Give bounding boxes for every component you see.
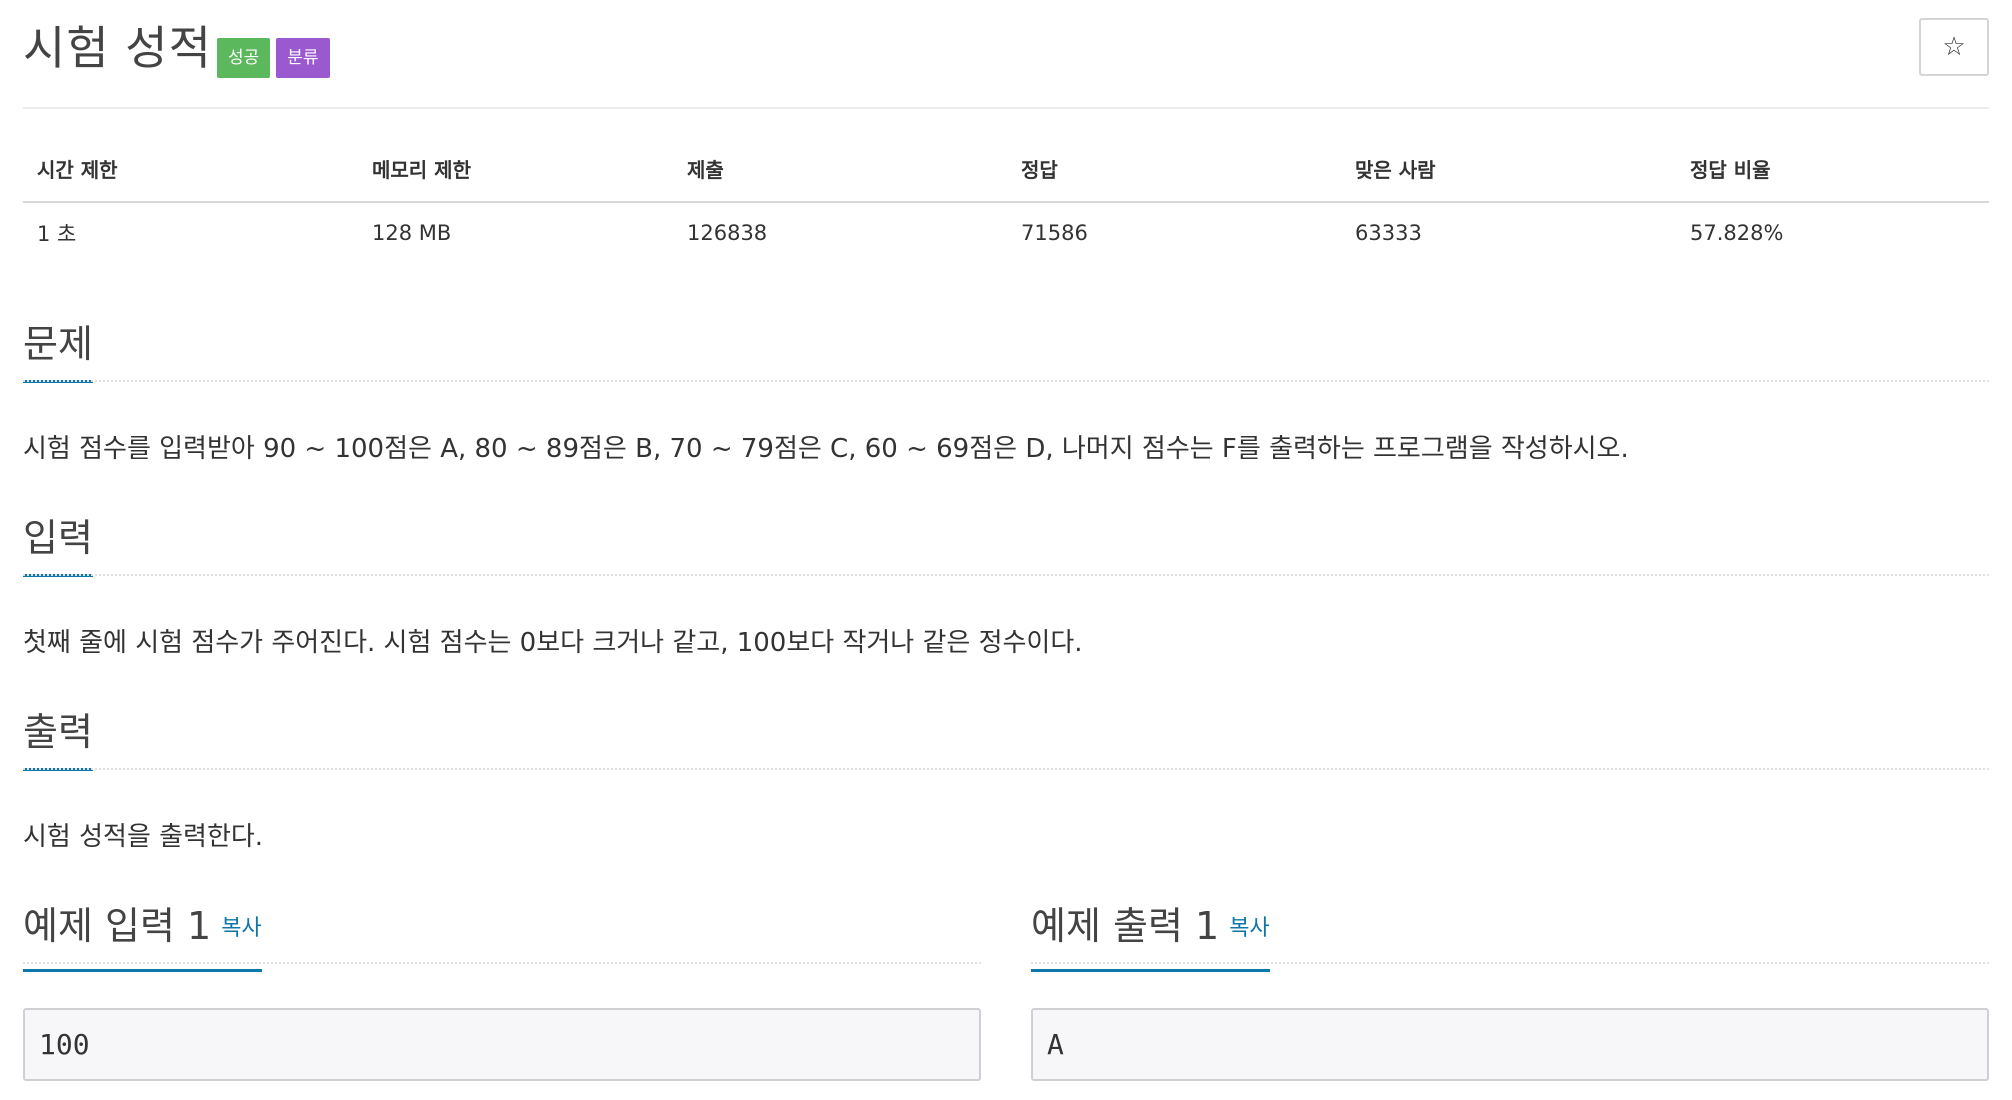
star-icon: ☆ — [1942, 32, 1966, 62]
favorite-button[interactable]: ☆ — [1919, 18, 1989, 76]
copy-sample-input-link[interactable]: 복사 — [221, 916, 261, 941]
problem-header: 시험 성적 성공 분류 ☆ — [23, 18, 1989, 88]
accepted-header: 정답 — [1007, 150, 1341, 203]
output-heading: 출력 — [23, 704, 1989, 774]
memory-limit-header: 메모리 제한 — [358, 150, 673, 203]
input-section: 입력 첫째 줄에 시험 점수가 주어진다. 시험 점수는 0보다 크거나 같고,… — [23, 510, 1989, 658]
description-title: 문제 — [23, 316, 93, 383]
description-section: 문제 시험 점수를 입력받아 90 ~ 100점은 A, 80 ~ 89점은 B… — [23, 316, 1989, 464]
accept-rate-value: 57.828% — [1690, 220, 1784, 245]
time-limit-header: 시간 제한 — [23, 150, 358, 203]
output-section: 출력 시험 성적을 출력한다. — [23, 704, 1989, 852]
sample-input-section: 예제 입력 1 복사 100 — [23, 898, 981, 1081]
description-heading: 문제 — [23, 316, 1989, 386]
sample-output-section: 예제 출력 1 복사 A — [1031, 898, 1989, 1081]
sample-output-box[interactable]: A — [1031, 1008, 1989, 1081]
sample-input-heading: 예제 입력 1 복사 — [23, 898, 981, 972]
section-divider — [23, 380, 1989, 382]
sample-output-title: 예제 출력 1 복사 — [1031, 898, 1270, 972]
output-text: 시험 성적을 출력한다. — [23, 822, 264, 852]
time-limit-value: 1 초 — [37, 221, 77, 246]
status-badge-success[interactable]: 성공 — [217, 38, 271, 78]
sample-output-heading: 예제 출력 1 복사 — [1031, 898, 1989, 972]
copy-sample-output-link[interactable]: 복사 — [1229, 916, 1269, 941]
input-text: 첫째 줄에 시험 점수가 주어진다. 시험 점수는 0보다 크거나 같고, 10… — [23, 628, 1083, 658]
accept-rate-header: 정답 비율 — [1676, 150, 1989, 203]
accepted-value: 71586 — [1021, 220, 1088, 245]
problem-title: 시험 성적 — [23, 21, 212, 75]
solved-users-value: 63333 — [1355, 220, 1422, 245]
section-divider — [23, 574, 1989, 576]
category-badge[interactable]: 분류 — [276, 38, 330, 78]
header-divider — [23, 107, 1989, 109]
problem-info-table: 시간 제한 메모리 제한 제출 정답 맞은 사람 정답 비율 1 초 128 M… — [23, 150, 1989, 262]
output-title: 출력 — [23, 704, 93, 771]
input-heading: 입력 — [23, 510, 1989, 580]
problem-labels: 성공 분류 — [217, 38, 330, 78]
submissions-value: 126838 — [687, 220, 768, 245]
info-value-row: 1 초 128 MB 126838 71586 63333 57.828% — [23, 202, 1989, 262]
input-title: 입력 — [23, 510, 93, 577]
sample-input-box[interactable]: 100 — [23, 1008, 981, 1081]
memory-limit-value: 128 MB — [372, 220, 452, 245]
section-divider — [23, 768, 1989, 770]
info-header-row: 시간 제한 메모리 제한 제출 정답 맞은 사람 정답 비율 — [23, 150, 1989, 203]
submissions-header: 제출 — [673, 150, 1007, 203]
solved-users-header: 맞은 사람 — [1341, 150, 1676, 203]
sample-input-title: 예제 입력 1 복사 — [23, 898, 262, 972]
section-divider — [1031, 962, 1989, 964]
section-divider — [23, 962, 981, 964]
description-text: 시험 점수를 입력받아 90 ~ 100점은 A, 80 ~ 89점은 B, 7… — [23, 434, 1629, 464]
